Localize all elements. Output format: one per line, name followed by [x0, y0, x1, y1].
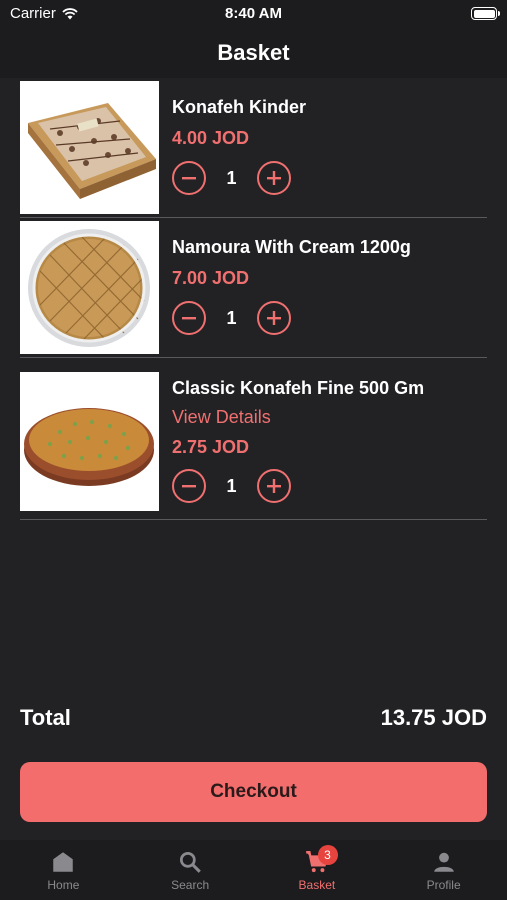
minus-icon: [182, 177, 196, 180]
total-row: Total 13.75 JOD: [20, 705, 487, 731]
search-icon: [180, 851, 201, 873]
increase-quantity-button[interactable]: [257, 161, 291, 195]
person-icon: [433, 852, 454, 872]
home-icon: [53, 852, 74, 872]
tab-search[interactable]: Search: [127, 840, 254, 900]
status-time: 8:40 AM: [225, 5, 282, 22]
decrease-quantity-button[interactable]: [172, 301, 206, 335]
item-price: 4.00 JOD: [172, 128, 250, 148]
tab-profile[interactable]: Profile: [380, 840, 507, 900]
item-name: Classic Konafeh Fine 500 Gm: [172, 378, 425, 398]
view-details-link[interactable]: View Details: [172, 407, 424, 428]
item-name: Konafeh Kinder: [172, 97, 307, 117]
plus-icon: [267, 479, 281, 493]
quantity-value: 1: [226, 307, 237, 328]
total-value: 13.75 JOD: [380, 705, 487, 730]
decrease-quantity-button[interactable]: [172, 161, 206, 195]
page-title: Basket: [217, 40, 290, 65]
tab-label: Profile: [426, 878, 461, 892]
minus-icon: [182, 485, 196, 488]
battery-icon: [471, 7, 500, 20]
tab-label: Search: [171, 878, 210, 892]
tab-home[interactable]: Home: [0, 840, 127, 900]
tab-label: Home: [47, 878, 80, 892]
nav-header: Basket: [0, 28, 507, 78]
konafeh-kinder-image[interactable]: [20, 81, 159, 214]
tab-bar: Home Search 3 Basket Profile: [0, 840, 507, 900]
total-label: Total: [20, 705, 71, 730]
quantity-value: 1: [226, 475, 237, 496]
increase-quantity-button[interactable]: [257, 469, 291, 503]
item-price: 2.75 JOD: [172, 437, 250, 457]
quantity-value: 1: [226, 167, 237, 188]
minus-icon: [182, 317, 196, 320]
increase-quantity-button[interactable]: [257, 301, 291, 335]
plus-icon: [267, 171, 281, 185]
quantity-stepper: 1: [172, 469, 424, 503]
item-price: 7.00 JOD: [172, 268, 250, 288]
basket-item: Classic Konafeh Fine 500 Gm View Details…: [20, 358, 487, 520]
item-info: Namoura With Cream 1200g 7.00 JOD 1: [159, 221, 411, 354]
item-info: Konafeh Kinder 4.00 JOD 1: [159, 81, 306, 214]
basket-list: Konafeh Kinder 4.00 JOD 1 Namoura With C…: [20, 78, 487, 520]
tab-label: Basket: [298, 878, 336, 892]
classic-konafeh-image[interactable]: [20, 372, 159, 511]
namoura-image[interactable]: [20, 221, 159, 354]
cart-count-badge: 3: [317, 845, 338, 865]
decrease-quantity-button[interactable]: [172, 469, 206, 503]
checkout-button[interactable]: Checkout: [20, 762, 487, 822]
basket-item: Namoura With Cream 1200g 7.00 JOD 1: [20, 218, 487, 358]
status-bar: Carrier 8:40 AM: [0, 0, 507, 28]
quantity-stepper: 1: [172, 161, 306, 195]
basket-item: Konafeh Kinder 4.00 JOD 1: [20, 78, 487, 218]
item-name: Namoura With Cream 1200g: [172, 237, 411, 257]
plus-icon: [267, 311, 281, 325]
quantity-stepper: 1: [172, 301, 411, 335]
tab-basket[interactable]: 3 Basket: [254, 840, 381, 900]
item-info: Classic Konafeh Fine 500 Gm View Details…: [159, 372, 424, 511]
